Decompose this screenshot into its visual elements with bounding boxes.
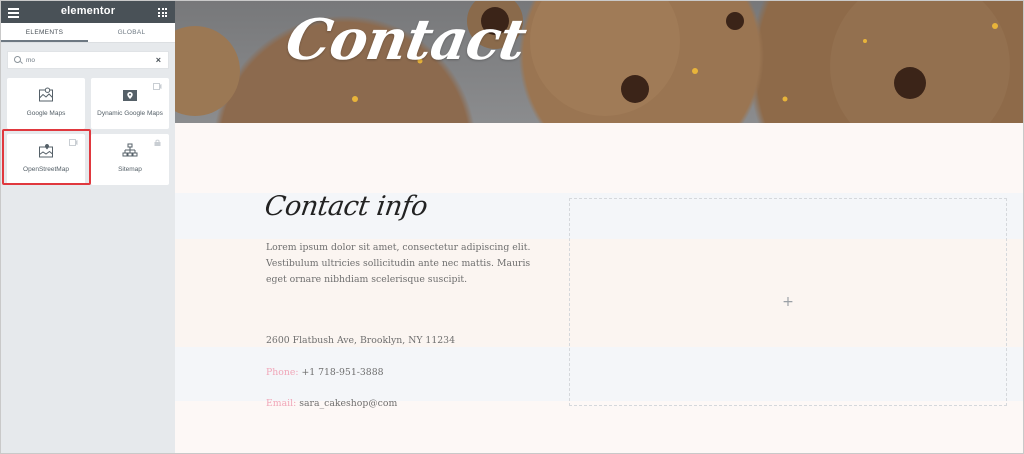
elementor-panel: elementor ELEMENTS GLOBAL × Google Maps bbox=[1, 1, 175, 453]
widget-dynamic-google-maps[interactable]: Dynamic Google Maps bbox=[91, 78, 169, 129]
widget-openstreetmap[interactable]: OpenStreetMap bbox=[7, 134, 85, 185]
widget-label: Google Maps bbox=[26, 110, 66, 117]
pro-badge-icon bbox=[69, 139, 78, 146]
sitemap-icon bbox=[122, 143, 138, 157]
panel-tabs: ELEMENTS GLOBAL bbox=[1, 23, 175, 43]
contact-email[interactable]: Email: sara_cakeshop@com bbox=[266, 398, 397, 409]
hero-banner: Contact bbox=[175, 1, 1023, 123]
map-pin-icon bbox=[123, 90, 137, 101]
email-label: Email: bbox=[266, 398, 297, 409]
panel-header: elementor bbox=[1, 1, 175, 23]
widgets-grid-icon[interactable] bbox=[158, 8, 167, 17]
clear-search-icon[interactable]: × bbox=[156, 55, 161, 66]
phone-label: Phone: bbox=[266, 367, 299, 378]
editor-canvas: Contact Contact info Lorem ipsum dolor s… bbox=[175, 1, 1023, 453]
brand-logo: elementor bbox=[60, 5, 116, 17]
tab-global[interactable]: GLOBAL bbox=[88, 23, 175, 42]
add-widget-icon[interactable]: + bbox=[782, 294, 794, 310]
widget-search: × bbox=[7, 51, 169, 69]
tab-elements[interactable]: ELEMENTS bbox=[1, 23, 88, 42]
map-location-icon bbox=[39, 144, 53, 158]
empty-column-drop-zone[interactable]: + bbox=[569, 198, 1007, 406]
search-icon bbox=[14, 56, 21, 63]
phone-value: +1 718-951-3888 bbox=[301, 367, 384, 378]
widget-label: Sitemap bbox=[118, 166, 142, 173]
contact-info-heading[interactable]: Contact info bbox=[263, 191, 429, 222]
widget-sitemap[interactable]: Sitemap bbox=[91, 134, 169, 185]
widget-label: OpenStreetMap bbox=[23, 166, 69, 173]
email-value: sara_cakeshop@com bbox=[299, 398, 398, 409]
contact-phone[interactable]: Phone: +1 718-951-3888 bbox=[266, 367, 384, 378]
pro-lock-icon bbox=[154, 139, 161, 146]
contact-info-text[interactable]: Lorem ipsum dolor sit amet, consectetur … bbox=[266, 240, 541, 288]
pro-badge-icon bbox=[153, 83, 162, 90]
page-hero-title: Contact bbox=[281, 7, 531, 73]
widget-google-maps[interactable]: Google Maps bbox=[7, 78, 85, 129]
search-input[interactable] bbox=[26, 54, 146, 67]
contact-address[interactable]: 2600 Flatbush Ave, Brooklyn, NY 11234 bbox=[266, 335, 455, 346]
map-icon bbox=[39, 87, 53, 102]
widget-label: Dynamic Google Maps bbox=[97, 110, 163, 117]
